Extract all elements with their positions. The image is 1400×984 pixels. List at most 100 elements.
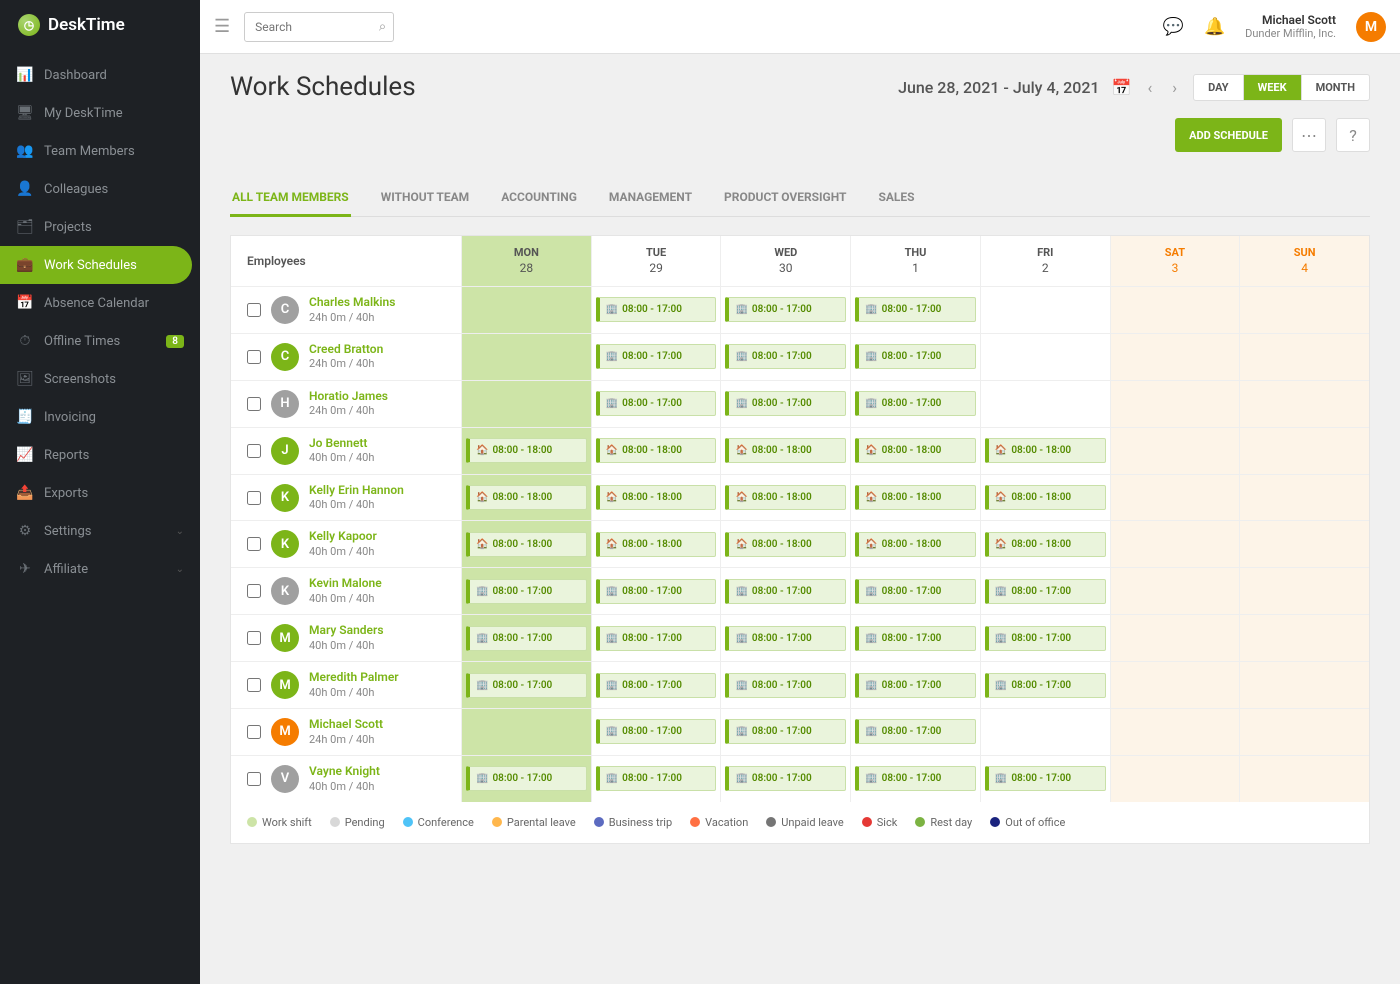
sidebar-item-work-schedules[interactable]: 💼 Work Schedules — [0, 246, 192, 284]
shift-cell[interactable]: 🏢08:00 - 17:00 — [980, 756, 1110, 802]
sidebar-item-offline-times[interactable]: ⏱ Offline Times 8 — [0, 322, 200, 360]
shift-block[interactable]: 🏠08:00 - 18:00 — [985, 532, 1106, 557]
shift-cell[interactable]: 🏢08:00 - 17:00 — [591, 615, 721, 661]
employee-checkbox[interactable] — [247, 491, 261, 505]
shift-cell[interactable]: 🏢08:00 - 17:00 — [850, 662, 980, 708]
shift-block[interactable]: 🏢08:00 - 17:00 — [596, 766, 717, 791]
shift-cell[interactable]: 🏢08:00 - 17:00 — [591, 287, 721, 333]
shift-block[interactable]: 🏢08:00 - 17:00 — [985, 579, 1106, 604]
shift-block[interactable]: 🏢08:00 - 17:00 — [596, 626, 717, 651]
user-avatar[interactable]: M — [1356, 12, 1386, 42]
shift-cell[interactable]: 🏢08:00 - 17:00 — [980, 568, 1110, 614]
tab-accounting[interactable]: ACCOUNTING — [499, 180, 579, 217]
sidebar-item-exports[interactable]: 📤 Exports — [0, 474, 200, 512]
shift-block[interactable]: 🏠08:00 - 18:00 — [596, 485, 717, 510]
shift-cell-empty[interactable] — [1239, 521, 1369, 567]
more-button[interactable]: ⋯ — [1292, 118, 1326, 152]
sidebar-item-settings[interactable]: ⚙ Settings ⌄ — [0, 512, 200, 550]
view-month-button[interactable]: MONTH — [1302, 75, 1369, 100]
shift-cell[interactable]: 🏢08:00 - 17:00 — [850, 615, 980, 661]
sidebar-item-absence-calendar[interactable]: 📅 Absence Calendar — [0, 284, 200, 322]
shift-block[interactable]: 🏠08:00 - 18:00 — [596, 438, 717, 463]
shift-cell[interactable]: 🏢08:00 - 17:00 — [461, 615, 591, 661]
shift-cell[interactable]: 🏢08:00 - 17:00 — [720, 287, 850, 333]
shift-cell[interactable]: 🏠08:00 - 18:00 — [461, 475, 591, 521]
shift-cell-empty[interactable] — [1239, 334, 1369, 380]
shift-cell[interactable]: 🏢08:00 - 17:00 — [850, 381, 980, 427]
shift-cell-empty[interactable] — [1239, 475, 1369, 521]
shift-cell-empty[interactable] — [1110, 568, 1240, 614]
shift-cell[interactable]: 🏠08:00 - 18:00 — [720, 475, 850, 521]
shift-block[interactable]: 🏢08:00 - 17:00 — [855, 719, 976, 744]
employee-checkbox[interactable] — [247, 678, 261, 692]
shift-block[interactable]: 🏢08:00 - 17:00 — [855, 673, 976, 698]
shift-block[interactable]: 🏢08:00 - 17:00 — [855, 297, 976, 322]
shift-cell[interactable]: 🏢08:00 - 17:00 — [591, 568, 721, 614]
employee-name[interactable]: Horatio James — [309, 389, 388, 405]
shift-cell-empty[interactable] — [1110, 428, 1240, 474]
shift-cell[interactable]: 🏢08:00 - 17:00 — [720, 334, 850, 380]
shift-cell-empty[interactable] — [1110, 662, 1240, 708]
employee-name[interactable]: Mary Sanders — [309, 623, 383, 639]
shift-cell-empty[interactable] — [1110, 381, 1240, 427]
employee-checkbox[interactable] — [247, 537, 261, 551]
shift-block[interactable]: 🏢08:00 - 17:00 — [466, 579, 587, 604]
tab-sales[interactable]: SALES — [876, 180, 916, 217]
shift-cell-empty[interactable] — [1110, 709, 1240, 755]
employee-checkbox[interactable] — [247, 350, 261, 364]
shift-cell[interactable]: 🏢08:00 - 17:00 — [591, 756, 721, 802]
sidebar-item-dashboard[interactable]: 📊 Dashboard — [0, 56, 200, 94]
shift-block[interactable]: 🏠08:00 - 18:00 — [855, 485, 976, 510]
employee-checkbox[interactable] — [247, 397, 261, 411]
shift-cell[interactable]: 🏠08:00 - 18:00 — [591, 428, 721, 474]
calendar-icon[interactable]: 📅 — [1112, 78, 1132, 97]
employee-name[interactable]: Michael Scott — [309, 717, 383, 733]
shift-cell[interactable]: 🏢08:00 - 17:00 — [591, 381, 721, 427]
shift-cell-empty[interactable] — [1110, 475, 1240, 521]
shift-block[interactable]: 🏢08:00 - 17:00 — [855, 626, 976, 651]
chat-icon[interactable]: 💬 — [1163, 17, 1184, 37]
shift-cell[interactable]: 🏢08:00 - 17:00 — [591, 662, 721, 708]
shift-block[interactable]: 🏢08:00 - 17:00 — [725, 391, 846, 416]
shift-cell[interactable]: 🏠08:00 - 18:00 — [720, 428, 850, 474]
shift-cell[interactable]: 🏢08:00 - 17:00 — [461, 568, 591, 614]
shift-cell-empty[interactable] — [1110, 615, 1240, 661]
shift-cell[interactable]: 🏢08:00 - 17:00 — [850, 287, 980, 333]
shift-cell-empty[interactable] — [1239, 568, 1369, 614]
shift-block[interactable]: 🏢08:00 - 17:00 — [985, 766, 1106, 791]
shift-cell-empty[interactable] — [1239, 709, 1369, 755]
shift-cell-empty[interactable] — [1239, 615, 1369, 661]
shift-cell-empty[interactable] — [980, 381, 1110, 427]
shift-block[interactable]: 🏢08:00 - 17:00 — [985, 673, 1106, 698]
help-button[interactable]: ? — [1336, 118, 1370, 152]
shift-cell-empty[interactable] — [1239, 381, 1369, 427]
shift-block[interactable]: 🏠08:00 - 18:00 — [596, 532, 717, 557]
bell-icon[interactable]: 🔔 — [1204, 17, 1225, 37]
employee-name[interactable]: Kelly Kapoor — [309, 529, 377, 545]
shift-block[interactable]: 🏠08:00 - 18:00 — [466, 485, 587, 510]
shift-block[interactable]: 🏢08:00 - 17:00 — [596, 719, 717, 744]
shift-block[interactable]: 🏠08:00 - 18:00 — [466, 438, 587, 463]
shift-block[interactable]: 🏢08:00 - 17:00 — [855, 344, 976, 369]
shift-block[interactable]: 🏢08:00 - 17:00 — [725, 673, 846, 698]
shift-cell[interactable]: 🏢08:00 - 17:00 — [850, 334, 980, 380]
shift-block[interactable]: 🏠08:00 - 18:00 — [725, 532, 846, 557]
shift-block[interactable]: 🏢08:00 - 17:00 — [725, 579, 846, 604]
shift-block[interactable]: 🏢08:00 - 17:00 — [725, 766, 846, 791]
employee-checkbox[interactable] — [247, 444, 261, 458]
employee-checkbox[interactable] — [247, 772, 261, 786]
shift-cell[interactable]: 🏢08:00 - 17:00 — [720, 662, 850, 708]
shift-block[interactable]: 🏢08:00 - 17:00 — [725, 344, 846, 369]
shift-cell-empty[interactable] — [980, 709, 1110, 755]
sidebar-item-affiliate[interactable]: ✈ Affiliate ⌄ — [0, 550, 200, 588]
shift-cell[interactable]: 🏢08:00 - 17:00 — [850, 709, 980, 755]
view-day-button[interactable]: DAY — [1194, 75, 1244, 100]
shift-cell[interactable]: 🏢08:00 - 17:00 — [461, 662, 591, 708]
shift-cell[interactable]: 🏠08:00 - 18:00 — [850, 521, 980, 567]
sidebar-item-invoicing[interactable]: 🧾 Invoicing — [0, 398, 200, 436]
shift-cell[interactable]: 🏢08:00 - 17:00 — [720, 568, 850, 614]
shift-block[interactable]: 🏢08:00 - 17:00 — [725, 719, 846, 744]
shift-block[interactable]: 🏢08:00 - 17:00 — [725, 626, 846, 651]
shift-block[interactable]: 🏢08:00 - 17:00 — [596, 391, 717, 416]
shift-cell[interactable]: 🏠08:00 - 18:00 — [461, 521, 591, 567]
